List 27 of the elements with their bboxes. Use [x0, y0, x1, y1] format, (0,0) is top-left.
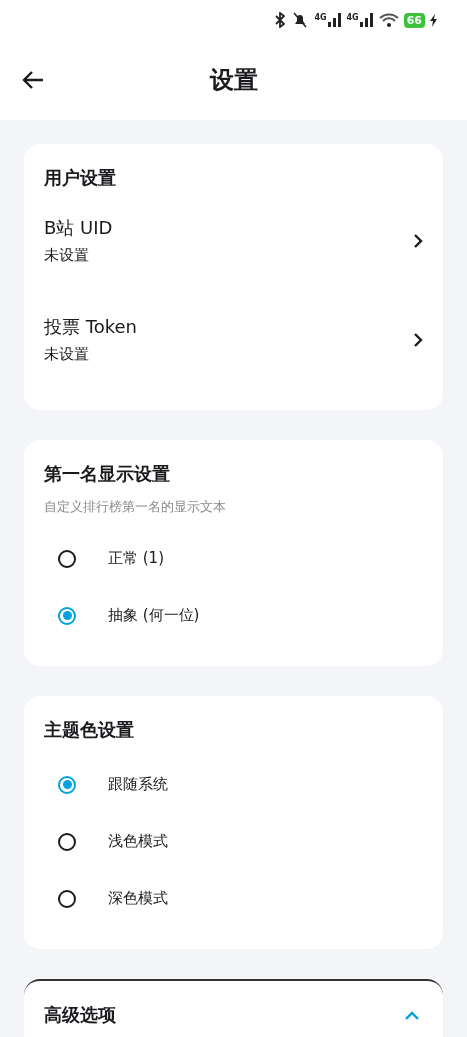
back-arrow-icon — [22, 71, 44, 89]
radio-option[interactable]: 跟随系统 — [44, 756, 423, 813]
radio-option[interactable]: 深色模式 — [44, 870, 423, 927]
back-button[interactable] — [20, 69, 46, 91]
settings-item[interactable]: 投票 Token 未设置 — [44, 289, 423, 388]
section-title: 用户设置 — [44, 166, 117, 190]
chevron-icon — [405, 1010, 419, 1020]
section-title: 第一名显示设置 — [44, 462, 171, 486]
radio-option[interactable]: 正常 (1) — [44, 530, 423, 587]
battery-level: 66 — [403, 12, 425, 28]
settings-item[interactable]: B站 UID 未设置 — [44, 190, 423, 289]
charging-icon — [430, 13, 437, 27]
radio-option[interactable]: 抽象 (何一位) — [44, 587, 423, 644]
section-description: 自定义排行榜第一名的显示文本 — [44, 498, 227, 516]
muted-bell-icon — [291, 12, 310, 28]
signal-icon — [359, 13, 374, 27]
chevron-right-icon — [414, 332, 423, 347]
signal-icon — [327, 13, 342, 27]
radio-option[interactable]: 浅色模式 — [44, 813, 423, 870]
chevron-right-icon — [414, 233, 423, 248]
wifi-icon — [378, 13, 399, 27]
page-title: 设置 — [209, 65, 258, 96]
section-title: 主题色设置 — [44, 718, 135, 742]
bluetooth-icon — [274, 12, 287, 28]
section-title: 高级选项 — [44, 1003, 116, 1027]
network-label: 4G — [346, 13, 359, 22]
network-label: 4G — [314, 13, 327, 22]
